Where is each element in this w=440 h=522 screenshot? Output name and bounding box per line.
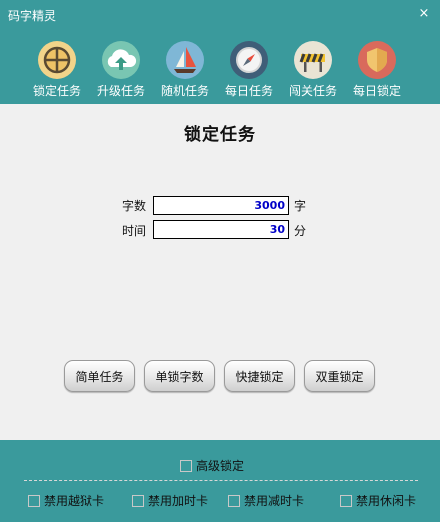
checkbox-label: 禁用越狱卡 bbox=[44, 494, 105, 508]
toolbar-item-upgrade-task[interactable]: 升级任务 bbox=[89, 40, 153, 99]
toolbar-label: 升级任务 bbox=[96, 84, 145, 98]
word-count-unit: 字 bbox=[294, 199, 307, 213]
word-count-input[interactable] bbox=[153, 196, 289, 215]
checkbox-box[interactable] bbox=[132, 494, 144, 507]
checkbox-label: 禁用加时卡 bbox=[148, 494, 209, 508]
time-input[interactable] bbox=[153, 220, 289, 239]
checkbox-box[interactable] bbox=[28, 494, 40, 507]
toolbar: 锁定任务 升级任务 随机任务 每日任务 闯关任务 每日锁定 bbox=[0, 30, 440, 104]
toolbar-label: 每日锁定 bbox=[352, 84, 401, 98]
time-label: 时间 bbox=[122, 224, 147, 238]
toolbar-item-lock-task[interactable]: 锁定任务 bbox=[25, 40, 89, 99]
toolbar-item-daily-task[interactable]: 每日任务 bbox=[217, 40, 281, 99]
double-lock-button[interactable]: 双重锁定 bbox=[304, 360, 375, 392]
close-button[interactable]: × bbox=[414, 4, 434, 24]
main-panel: 锁定任务 字数 字 时间 分 简单任务 单锁字数 快捷锁定 双重锁定 bbox=[0, 104, 440, 440]
cloud-upload-icon bbox=[102, 41, 140, 79]
toolbar-label: 每日任务 bbox=[224, 84, 273, 98]
simple-task-button[interactable]: 简单任务 bbox=[64, 360, 135, 392]
divider bbox=[24, 480, 418, 481]
toolbar-item-daily-lock[interactable]: 每日锁定 bbox=[345, 40, 409, 99]
checkbox-box[interactable] bbox=[340, 494, 352, 507]
page-title: 锁定任务 bbox=[184, 125, 256, 145]
checkbox-label: 高级锁定 bbox=[196, 459, 245, 473]
advanced-lock-checkbox[interactable]: 高级锁定 bbox=[180, 457, 244, 474]
quick-lock-button[interactable]: 快捷锁定 bbox=[224, 360, 295, 392]
checkbox-label: 禁用休闲卡 bbox=[356, 494, 417, 508]
disable-reduce-time-card-checkbox[interactable]: 禁用减时卡 bbox=[228, 492, 304, 509]
lock-word-count-button[interactable]: 单锁字数 bbox=[144, 360, 215, 392]
toolbar-label: 闯关任务 bbox=[288, 84, 337, 98]
sailboat-icon bbox=[166, 41, 204, 79]
road-barrier-icon bbox=[294, 41, 332, 79]
checkbox-label: 禁用减时卡 bbox=[244, 494, 305, 508]
crosshair-target-icon bbox=[38, 41, 76, 79]
checkbox-box[interactable] bbox=[180, 459, 192, 472]
toolbar-item-challenge-task[interactable]: 闯关任务 bbox=[281, 40, 345, 99]
toolbar-item-random-task[interactable]: 随机任务 bbox=[153, 40, 217, 99]
disable-jailbreak-card-checkbox[interactable]: 禁用越狱卡 bbox=[28, 492, 104, 509]
title-bar: 码字精灵 × bbox=[0, 0, 440, 30]
toolbar-label: 随机任务 bbox=[160, 84, 209, 98]
disable-leisure-card-checkbox[interactable]: 禁用休闲卡 bbox=[340, 492, 416, 509]
word-count-label: 字数 bbox=[122, 199, 147, 213]
shield-icon bbox=[358, 41, 396, 79]
footer-panel: 高级锁定 禁用越狱卡 禁用加时卡 禁用减时卡 禁用休闲卡 bbox=[0, 440, 440, 522]
toolbar-label: 锁定任务 bbox=[32, 84, 81, 98]
time-unit: 分 bbox=[294, 224, 307, 238]
app-title: 码字精灵 bbox=[8, 9, 57, 23]
checkbox-box[interactable] bbox=[228, 494, 240, 507]
compass-icon bbox=[230, 41, 268, 79]
disable-extra-time-card-checkbox[interactable]: 禁用加时卡 bbox=[132, 492, 208, 509]
